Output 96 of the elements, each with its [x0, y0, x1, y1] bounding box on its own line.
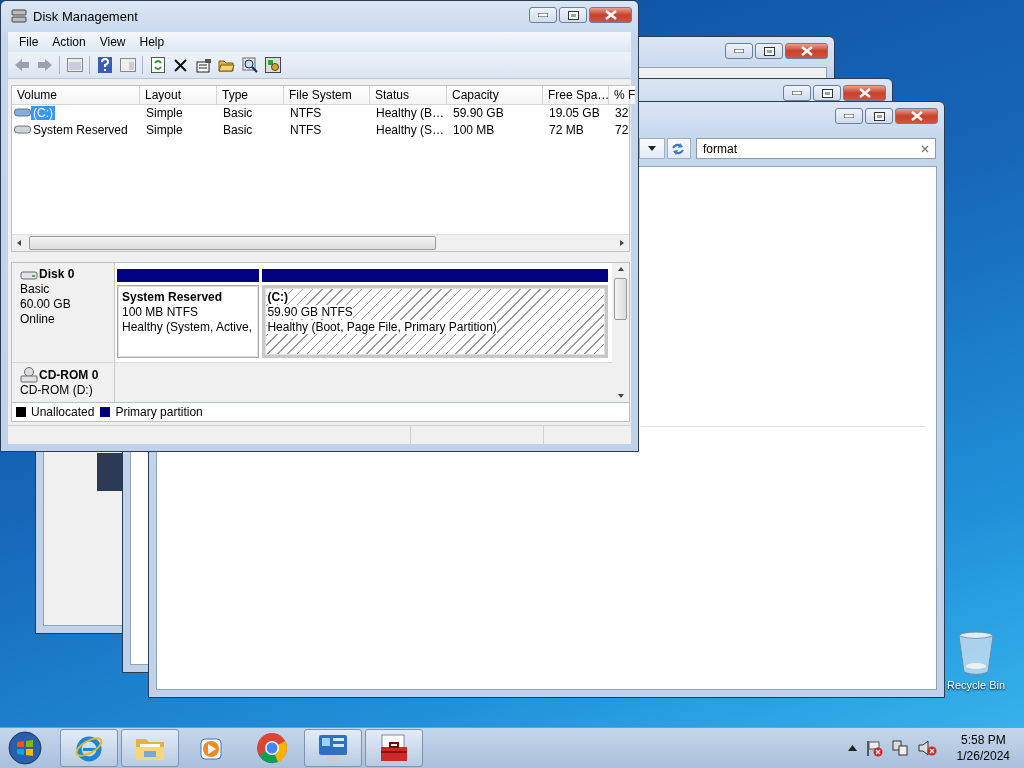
- maximize-button[interactable]: [865, 108, 893, 124]
- recycle-bin-icon[interactable]: [956, 630, 996, 676]
- close-icon: [910, 111, 923, 121]
- scroll-thumb[interactable]: [614, 278, 627, 320]
- table-cell-text: 72 MB: [548, 122, 585, 137]
- close-button[interactable]: [843, 85, 886, 101]
- clear-icon[interactable]: [921, 144, 929, 153]
- partition-name: (C:): [267, 290, 289, 304]
- flag-alert-icon[interactable]: [864, 739, 883, 757]
- table-cell-text: 72: [614, 122, 629, 137]
- menu-item[interactable]: File: [12, 35, 46, 49]
- scroll-down-icon[interactable]: [616, 393, 625, 399]
- column-header[interactable]: File System: [284, 86, 370, 105]
- table-cell[interactable]: System Reserved: [31, 122, 130, 137]
- minimize-icon: [792, 91, 802, 95]
- controlpanel-taskbar-icon[interactable]: [304, 729, 362, 767]
- explorer-taskbar-icon[interactable]: [121, 729, 179, 767]
- column-header[interactable]: Status: [370, 86, 447, 105]
- scroll-thumb[interactable]: [29, 236, 436, 250]
- table-cell-text: Healthy (S…: [375, 122, 446, 137]
- legend-label: Unallocated: [31, 405, 95, 419]
- maximize-button[interactable]: [559, 7, 587, 23]
- partition-size: 59.90 GB NTFS: [267, 305, 353, 319]
- partition-block[interactable]: (C:) 59.90 GB NTFS Healthy (Boot, Page File, Primary Partition): [262, 285, 608, 358]
- start-button[interactable]: [5, 730, 45, 766]
- cd-drive-icon: [20, 367, 38, 383]
- table-cell-text: Simple: [145, 122, 184, 137]
- clock-time[interactable]: 5:58 PM: [960, 732, 1006, 748]
- legend-label: Primary partition: [115, 405, 203, 419]
- table-cell-text: Basic: [222, 122, 254, 137]
- disk-label[interactable]: Disk 0 Basic 60.00 GB Online: [12, 263, 115, 362]
- minimize-button[interactable]: [529, 7, 557, 23]
- menu-item[interactable]: Action: [45, 35, 93, 49]
- menu-item[interactable]: View: [92, 35, 133, 49]
- disk-label[interactable]: CD-ROM 0 CD-ROM (D:): [12, 363, 115, 402]
- refresh-icon[interactable]: [667, 138, 691, 159]
- table-cell-text: 59.90 GB: [452, 105, 505, 120]
- column-header[interactable]: Layout: [140, 86, 217, 105]
- column-header[interactable]: % F: [609, 86, 637, 105]
- app-icon: [11, 8, 27, 24]
- ie-taskbar-icon[interactable]: [60, 729, 118, 767]
- volume-icon: [14, 125, 31, 134]
- disk-name: Disk 0: [39, 267, 75, 282]
- minimize-button[interactable]: [783, 85, 811, 101]
- toolbox-taskbar-icon[interactable]: [365, 729, 423, 767]
- column-header[interactable]: Type: [217, 86, 284, 105]
- column-header[interactable]: Volume: [12, 86, 140, 105]
- partition-name: System Reserved: [122, 290, 223, 304]
- network-icon[interactable]: [890, 739, 909, 757]
- maximize-icon: [763, 46, 775, 56]
- search-field[interactable]: format: [696, 138, 936, 159]
- close-icon: [604, 10, 617, 20]
- horizontal-scrollbar[interactable]: [12, 234, 629, 251]
- table-cell-text: 32: [614, 105, 629, 120]
- partition-status: Healthy (Boot, Page File, Primary Partition): [267, 320, 497, 334]
- close-icon: [800, 46, 813, 56]
- close-icon: [858, 88, 871, 98]
- window-title: Disk Management: [33, 8, 138, 24]
- maximize-button[interactable]: [813, 85, 841, 101]
- disk-name: CD-ROM 0: [39, 367, 99, 383]
- disk-info: CD-ROM (D:): [20, 383, 94, 398]
- table-cell-text: Simple: [145, 105, 184, 120]
- table-cell-text: Basic: [222, 105, 254, 120]
- dropdown-icon[interactable]: [639, 138, 665, 159]
- close-button[interactable]: [785, 43, 828, 59]
- minimize-icon: [844, 114, 854, 118]
- partition-status: Healthy (System, Active,: [122, 320, 253, 334]
- show-hidden-icons[interactable]: [847, 745, 857, 751]
- table-cell-text: 19.05 GB: [548, 105, 601, 120]
- maximize-icon: [873, 111, 885, 121]
- minimize-icon: [734, 49, 744, 53]
- partition-size: 100 MB NTFS: [122, 305, 199, 319]
- maximize-button[interactable]: [755, 43, 783, 59]
- maximize-icon: [821, 88, 833, 98]
- clock-date[interactable]: 1/26/2024: [956, 748, 1010, 764]
- table-cell-text: NTFS: [289, 122, 323, 137]
- close-button[interactable]: [589, 7, 632, 23]
- minimize-button[interactable]: [835, 108, 863, 124]
- partition-block[interactable]: System Reserved 100 MB NTFS Healthy (System, Active,: [117, 285, 260, 358]
- table-cell-text: NTFS: [289, 105, 323, 120]
- minimize-icon: [538, 13, 548, 17]
- disk-info: Online: [20, 312, 56, 327]
- close-button[interactable]: [895, 108, 938, 124]
- speaker-muted-icon[interactable]: [916, 739, 937, 757]
- minimize-button[interactable]: [725, 43, 753, 59]
- disk-info: 60.00 GB: [20, 297, 72, 312]
- scroll-up-icon[interactable]: [616, 266, 625, 272]
- table-cell-text: Healthy (B…: [375, 105, 446, 120]
- table-cell-text: 100 MB: [452, 122, 496, 137]
- menu-item[interactable]: Help: [132, 35, 172, 49]
- vertical-scrollbar[interactable]: [612, 263, 629, 402]
- maximize-icon: [567, 10, 579, 20]
- volume-icon: [14, 108, 31, 117]
- disk-info: Basic: [20, 282, 51, 297]
- column-header[interactable]: Capacity: [447, 86, 543, 105]
- column-header[interactable]: Free Spa…: [543, 86, 609, 105]
